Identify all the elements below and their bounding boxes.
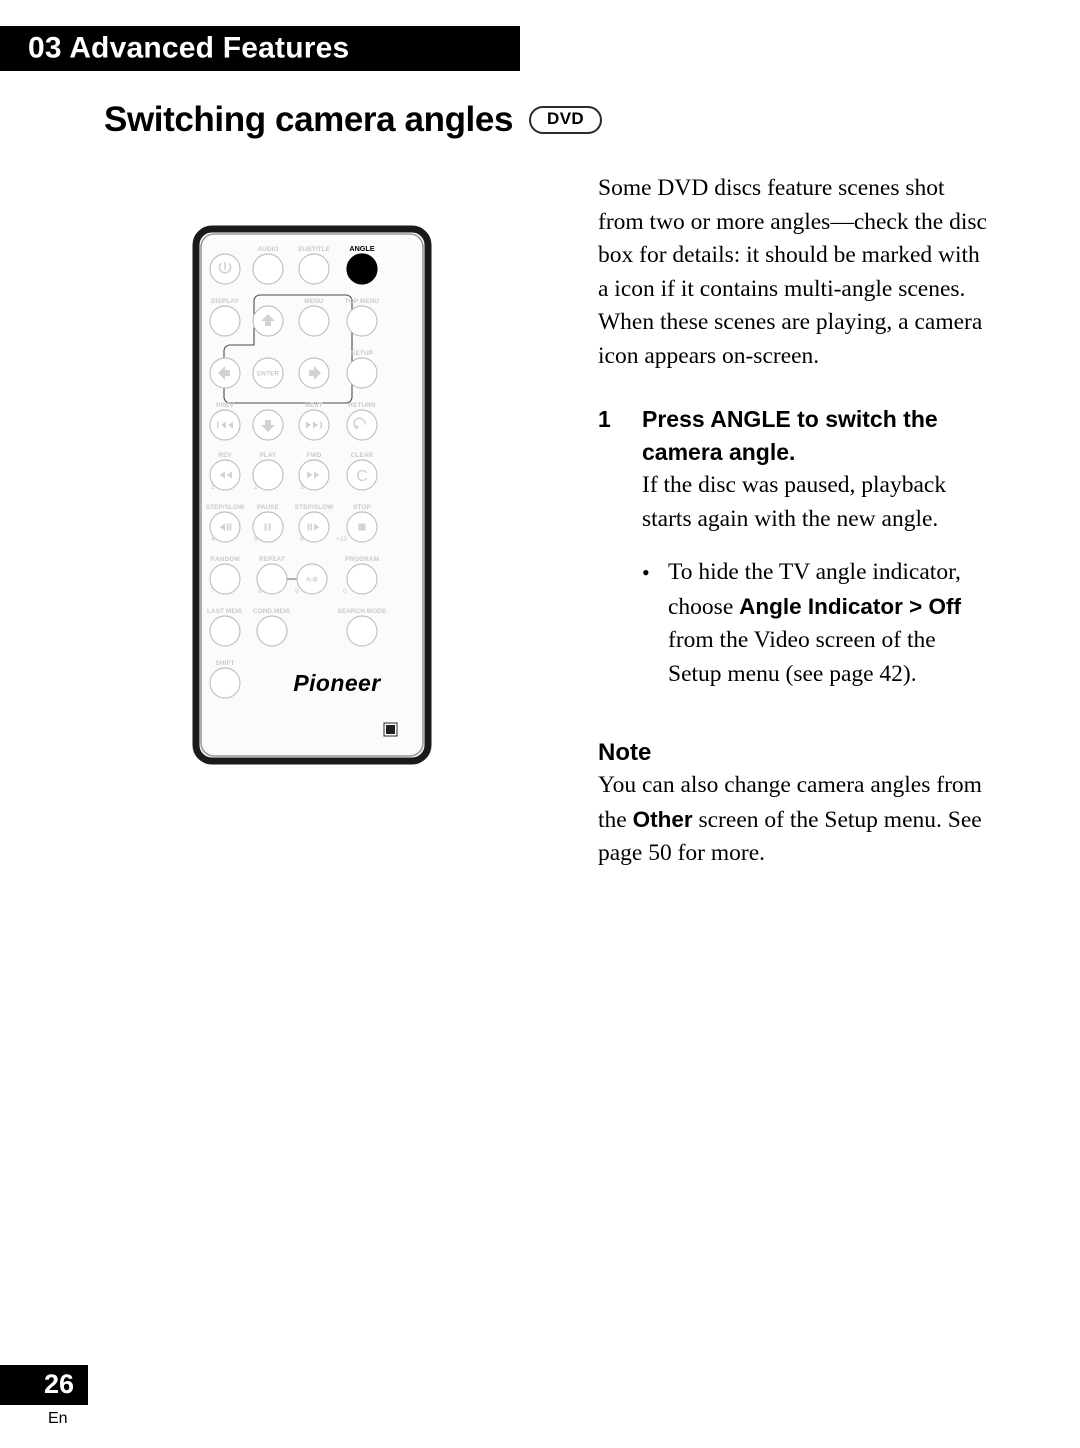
remote-control-illustration: .lbl { font-family: "Liberation Sans", s… [192, 225, 432, 765]
remote-button-search-mode[interactable] [346, 615, 378, 647]
remote-number-1: 1 [211, 484, 215, 491]
remote-number-8: 8 [258, 588, 262, 595]
remote-label-return: RETURN [348, 402, 376, 409]
remote-label-rev: REV [218, 452, 232, 459]
chapter-title: 03 Advanced Features [28, 30, 350, 64]
remote-label-fwd: FWD [307, 452, 322, 459]
remote-label-program: PROGRAM [345, 556, 379, 563]
bullet-item: • To hide the TV angle indicator, choose… [642, 556, 990, 691]
disc-type-badge: DVD [529, 106, 603, 134]
remote-label-top-menu: TOP MENU [345, 298, 380, 305]
pioneer-brand-logo: Pioneer [293, 670, 381, 696]
remote-label-audio: AUDIO [257, 246, 278, 253]
remote-label-display: DISPLAY [211, 298, 239, 305]
remote-label-stop: STOP [353, 504, 371, 511]
remote-number-5: 5 [254, 536, 258, 543]
remote-label-setup: SETUP [351, 350, 373, 357]
intro-paragraph: Some DVD discs feature scenes shot from … [598, 175, 987, 369]
remote-label-pause: PAUSE [257, 504, 280, 511]
remote-number-6: 6 [300, 536, 304, 543]
remote-label-next: NEXT [305, 402, 322, 409]
bullet-dot-icon: • [642, 560, 650, 585]
remote-label-step-slow-fwd: STEP/SLOW [295, 504, 334, 511]
remote-number-3: 3 [300, 484, 304, 491]
page-language-code: En [48, 1410, 68, 1427]
remote-button-cond-mem[interactable] [256, 615, 288, 647]
remote-button-return[interactable] [346, 409, 378, 441]
remote-label-ab: A-B [306, 577, 318, 584]
remote-label-subtitle: SUBTITLE [298, 246, 331, 253]
step-body: Press ANGLE to switch the camera angle. … [642, 403, 990, 691]
remote-number-7: 7 [211, 588, 215, 595]
remote-label-shift: SHIFT [216, 660, 235, 667]
stop-square-icon [358, 523, 366, 531]
step-number: 1 [598, 406, 611, 432]
note-heading: Note [598, 739, 652, 766]
remote-button-display[interactable] [209, 305, 241, 337]
remote-button-setup[interactable] [346, 357, 378, 389]
page-title-row: Switching camera angles DVD [104, 100, 603, 140]
remote-label-random: RANDOM [210, 556, 239, 563]
remote-label-menu: MENU [304, 298, 324, 305]
remote-number-2: 2 [254, 484, 258, 491]
note-emphasis: Other [632, 806, 693, 832]
page-number-box: 26 [0, 1365, 88, 1405]
remote-label-angle: ANGLE [349, 244, 374, 253]
page-number: 26 [43, 1368, 74, 1399]
remote-label-last-mem: LAST MEM. [207, 608, 243, 615]
remote-button-shift[interactable] [209, 667, 241, 699]
step-1: 1 Press ANGLE to switch the camera angle… [598, 403, 990, 691]
remote-number-plus10: +10 [336, 536, 348, 543]
remote-label-play: PLAY [260, 452, 277, 459]
page-title: Switching camera angles [104, 100, 514, 139]
bullet-emphasis: Angle Indicator > Off [739, 593, 962, 619]
bullet-text: To hide the TV angle indicator, choose A… [668, 556, 990, 691]
remote-label-clear: CLEAR [351, 452, 374, 459]
remote-label-step-slow-rev: STEP/SLOW [206, 504, 245, 511]
step-title: Press ANGLE to switch the camera angle. [642, 406, 938, 465]
remote-label-repeat: REPEAT [259, 556, 285, 563]
remote-number-4: 4 [211, 536, 215, 543]
remote-button-audio[interactable] [252, 253, 284, 285]
clear-c-icon: C [356, 468, 368, 485]
part-mark-glyph [386, 725, 395, 734]
remote-button-top-menu[interactable] [346, 305, 378, 337]
remote-button-program[interactable] [346, 563, 378, 595]
step-description: If the disc was paused, playback starts … [642, 472, 947, 532]
remote-number-0: 0 [343, 588, 347, 595]
chapter-header-bar: 03 Advanced Features [0, 26, 520, 71]
main-text-column: Some DVD discs feature scenes shot from … [598, 172, 990, 871]
bullet-text-after: from the Video screen of the Setup menu … [668, 627, 936, 687]
remote-button-menu[interactable] [298, 305, 330, 337]
note-text: You can also change camera angles from t… [598, 769, 990, 871]
remote-button-subtitle[interactable] [298, 253, 330, 285]
remote-label-search-mode: SEARCH MODE [337, 608, 387, 615]
remote-label-enter: ENTER [257, 371, 279, 378]
remote-label-prev: PREV [216, 402, 234, 409]
remote-button-angle[interactable] [346, 253, 378, 285]
remote-label-cond-mem: COND.MEM. [253, 608, 291, 615]
remote-button-last-mem[interactable] [209, 615, 241, 647]
remote-number-9: 9 [295, 588, 299, 595]
